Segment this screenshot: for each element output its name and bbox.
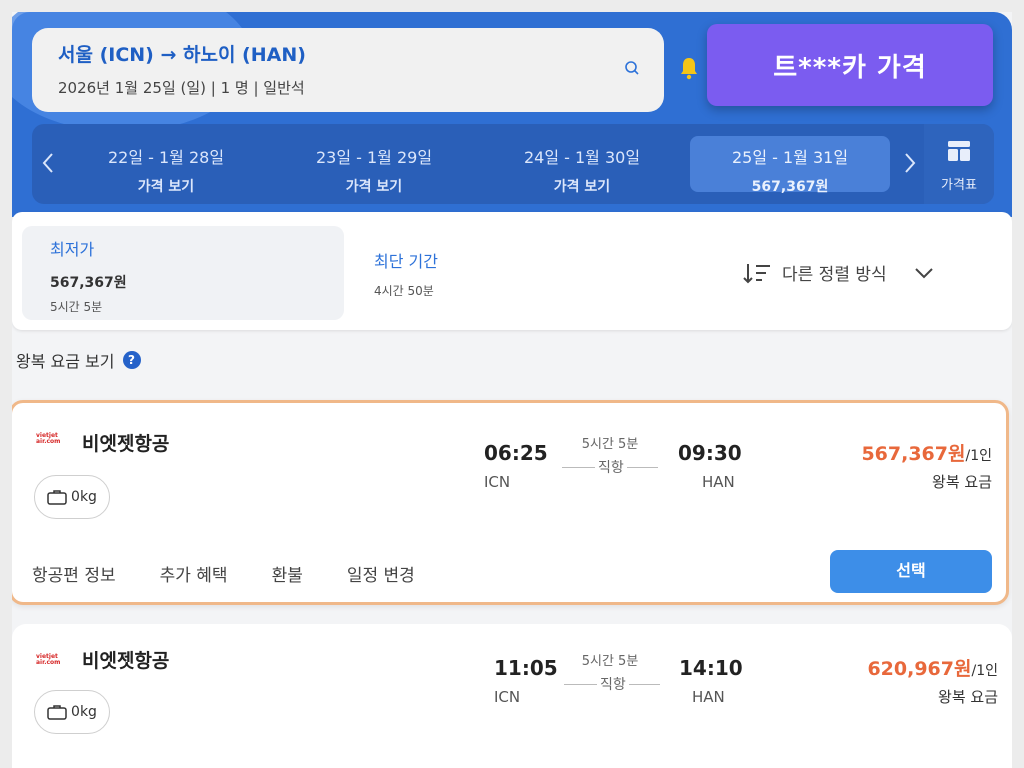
departure-time: 11:05	[494, 656, 558, 680]
sort-other-dropdown[interactable]: 다른 정렬 방식	[742, 260, 935, 285]
sort-other-label: 다른 정렬 방식	[782, 265, 887, 285]
sort-shortest-label: 최단 기간	[374, 252, 438, 271]
vietjet-logo: vietjet air.com	[36, 432, 61, 445]
card-links: 항공편 정보 추가 혜택 환불 일정 변경	[32, 561, 415, 586]
select-button[interactable]: 선택	[830, 550, 992, 593]
departure-code: ICN	[484, 473, 511, 491]
price-table-label: 가격표	[941, 178, 977, 193]
results-page: 서울 (ICN) → 하노이 (HAN) 2026년 1월 25일 (일) | …	[12, 12, 1012, 768]
departure-time: 06:25	[484, 441, 548, 465]
stops-label: 직항	[597, 674, 629, 694]
sort-cheapest-label: 최저가	[50, 240, 95, 259]
airline-name: 비엣젯항공	[82, 650, 170, 672]
date-selector: 22일 - 1월 28일 가격 보기 23일 - 1월 29일 가격 보기 24…	[32, 124, 994, 204]
fare-price: 620,967원/1인	[867, 654, 998, 681]
flight-card[interactable]: vietjet air.com 비엣젯항공 0kg 11:05 ICN 5시간 …	[12, 624, 1012, 768]
sort-shortest[interactable]: 최단 기간 4시간 50분	[374, 248, 438, 299]
date-range: 22일 - 1월 28일	[107, 148, 225, 167]
link-extra-benefits[interactable]: 추가 혜택	[160, 561, 228, 586]
date-tab[interactable]: 22일 - 1월 28일 가격 보기	[66, 136, 266, 195]
fare-note: 왕복 요금	[938, 688, 998, 706]
chevron-left-icon[interactable]	[38, 148, 60, 178]
link-refund[interactable]: 환불	[272, 561, 303, 586]
roundtrip-label: 왕복 요금 보기	[16, 352, 115, 371]
date-tab[interactable]: 23일 - 1월 29일 가격 보기	[274, 136, 474, 195]
link-change-schedule[interactable]: 일정 변경	[347, 561, 415, 586]
search-details: 2026년 1월 25일 (일) | 1 명 | 일반석	[58, 79, 305, 97]
airline-name: 비엣젯항공	[82, 433, 170, 455]
fare-per: /1인	[971, 663, 998, 679]
header: 서울 (ICN) → 하노이 (HAN) 2026년 1월 25일 (일) | …	[12, 12, 1012, 217]
suitcase-icon	[47, 705, 67, 720]
sort-options: 최저가 567,367원 5시간 5분 최단 기간 4시간 50분 다른 정렬 …	[12, 212, 1012, 330]
baggage-badge: 0kg	[34, 475, 110, 519]
search-summary[interactable]: 서울 (ICN) → 하노이 (HAN) 2026년 1월 25일 (일) | …	[32, 28, 664, 112]
flight-duration: 5시간 5분	[581, 437, 639, 452]
sort-cheapest[interactable]: 최저가 567,367원 5시간 5분	[22, 226, 344, 320]
arrival-time: 14:10	[679, 656, 743, 680]
promo-price-banner[interactable]: 트***카 가격	[707, 24, 993, 106]
sort-icon	[743, 263, 770, 283]
fare-price: 567,367원/1인	[861, 439, 992, 466]
arrival-time: 09:30	[678, 441, 742, 465]
grid-icon	[948, 141, 970, 161]
route-title: 서울 (ICN) → 하노이 (HAN)	[58, 44, 306, 66]
fare-amount: 620,967원	[867, 658, 972, 680]
date-range: 23일 - 1월 29일	[315, 148, 433, 167]
vietjet-logo: vietjet air.com	[36, 653, 61, 666]
date-tab[interactable]: 24일 - 1월 30일 가격 보기	[482, 136, 682, 195]
bell-icon[interactable]	[678, 56, 700, 80]
baggage-weight: 0kg	[71, 489, 97, 505]
arrival-code: HAN	[702, 473, 735, 491]
date-price: 567,367원	[751, 179, 829, 195]
fare-note: 왕복 요금	[932, 473, 992, 491]
sort-cheapest-duration: 5시간 5분	[50, 300, 103, 314]
date-price: 가격 보기	[137, 179, 195, 195]
chevron-down-icon	[914, 267, 933, 278]
date-price: 가격 보기	[553, 179, 611, 195]
date-range: 24일 - 1월 30일	[523, 148, 641, 167]
roundtrip-fare-info[interactable]: 왕복 요금 보기 ?	[16, 348, 141, 372]
fare-amount: 567,367원	[861, 443, 966, 465]
date-tab-selected[interactable]: 25일 - 1월 31일 567,367원	[690, 136, 890, 195]
arrival-code: HAN	[692, 688, 725, 706]
baggage-weight: 0kg	[71, 704, 97, 720]
search-icon[interactable]	[624, 60, 640, 76]
fare-per: /1인	[965, 448, 992, 464]
suitcase-icon	[47, 490, 67, 505]
sort-shortest-duration: 4시간 50분	[374, 284, 434, 298]
flight-duration: 5시간 5분	[581, 654, 639, 669]
price-table-button[interactable]: 가격표	[924, 124, 994, 204]
flight-card-selected[interactable]: vietjet air.com 비엣젯항공 0kg 06:25 ICN 5시간 …	[12, 400, 1009, 605]
baggage-badge: 0kg	[34, 690, 110, 734]
date-price: 가격 보기	[345, 179, 403, 195]
stops-label: 직항	[595, 457, 627, 477]
help-icon[interactable]: ?	[122, 351, 141, 369]
chevron-right-icon[interactable]	[898, 148, 920, 178]
date-range: 25일 - 1월 31일	[731, 148, 849, 167]
departure-code: ICN	[494, 688, 521, 706]
sort-cheapest-price: 567,367원	[50, 275, 127, 291]
link-flight-info[interactable]: 항공편 정보	[32, 561, 116, 586]
